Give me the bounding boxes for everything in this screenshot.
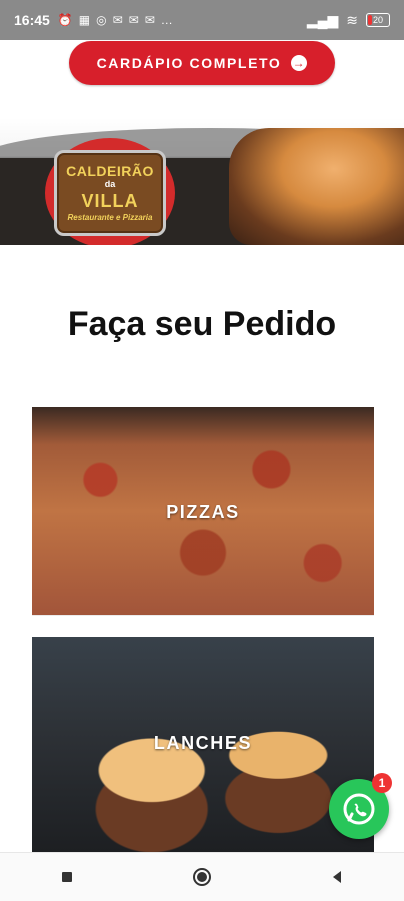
status-right: ▂▄▆ ≋ 20 (307, 12, 390, 29)
back-icon (332, 871, 341, 883)
messages-icon: ✉ (144, 13, 155, 27)
logo-sign: CALDEIRÃO da VILLA Restaurante e Pizzari… (54, 150, 166, 236)
notification-badge: 1 (372, 773, 392, 793)
category-label: LANCHES (153, 733, 253, 753)
whatsapp-button[interactable]: 1 (329, 773, 392, 839)
home-icon (192, 868, 211, 886)
recent-apps-icon (62, 872, 73, 882)
category-label: PIZZAS (166, 502, 240, 522)
status-time: 16:45 (14, 12, 50, 28)
category-card-pizzas[interactable]: PIZZAS (32, 407, 374, 615)
status-bar: 16:45 ⏰ ▦ ◎ ✉ ✉ ✉ … ▂▄▆ ≋ 20 (0, 0, 404, 40)
home-button[interactable] (182, 857, 222, 897)
sandwich-image (229, 128, 404, 245)
full-menu-label: CARDÁPIO COMPLETO (96, 55, 282, 71)
battery-level (368, 15, 373, 25)
battery-text: 20 (372, 15, 383, 25)
alarm-icon: ⏰ (57, 13, 73, 27)
category-card-lanches[interactable]: LANCHES (32, 637, 374, 852)
battery-icon: 20 (366, 13, 390, 27)
status-indicators: ⏰ ▦ ◎ ✉ ✉ ✉ … (58, 13, 173, 27)
arrow-right-icon: → (291, 55, 308, 71)
wifi-icon: ≋ (346, 11, 358, 28)
order-title: Faça seu Pedido (67, 305, 337, 343)
restaurant-logo: CALDEIRÃO da VILLA Restaurante e Pizzari… (45, 138, 175, 245)
hero-banner: CALDEIRÃO da VILLA Restaurante e Pizzari… (0, 118, 404, 245)
logo-line4: Restaurante e Pizzaria (67, 212, 153, 222)
signal-icon: ▂▄▆ (306, 11, 339, 28)
recent-apps-button[interactable] (47, 857, 87, 897)
logo-line1: CALDEIRÃO (66, 162, 154, 179)
logo-line3: VILLA (81, 190, 139, 211)
back-button[interactable] (317, 857, 357, 897)
full-menu-button[interactable]: CARDÁPIO COMPLETO → (69, 41, 335, 85)
more-icon: … (160, 13, 173, 27)
android-nav-bar (0, 852, 404, 901)
messages-icon: ✉ (112, 13, 123, 27)
whatsapp-icon (343, 793, 375, 825)
notes-icon: ▦ (78, 13, 91, 27)
whatsapp-icon: ◎ (96, 13, 107, 27)
logo-line2: da (104, 179, 116, 190)
messages-icon: ✉ (128, 13, 139, 27)
